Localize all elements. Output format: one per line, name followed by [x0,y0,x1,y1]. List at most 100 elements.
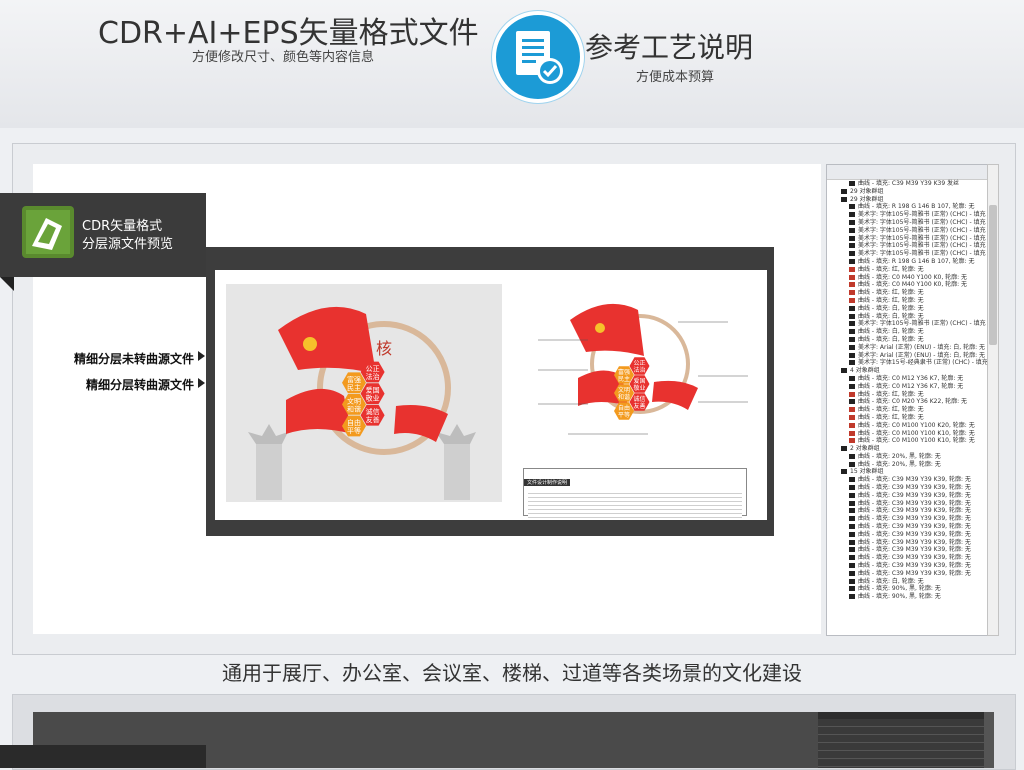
layer-row[interactable] [818,743,994,751]
curve-icon [849,555,855,561]
banner-fold [0,277,14,291]
object-tree-row[interactable]: 美术字: 字体105号-简雅书 (正常) (CHC) - 填充 [827,320,987,328]
object-tree-row[interactable]: 曲线 - 填充: C39 M39 Y39 K39, 轮廓: 无 [827,476,987,484]
curve-icon [841,196,847,202]
object-tree-row[interactable]: 曲线 - 填充: C0 M12 Y36 K7, 轮廓: 无 [827,383,987,391]
object-tree-list[interactable]: 曲线 - 填充: C39 M39 Y39 K39 发丝 29 对象群组 29 对象群… [827,180,987,601]
object-tree-row[interactable]: 曲线 - 填充: C0 M100 Y100 K10, 轮廓: 无 [827,437,987,445]
value-word: 爱国 [633,377,645,385]
object-tree-row[interactable]: 美术字: 字体105号-简雅书 (正常) (CHC) - 填充 [827,242,987,250]
curve-icon [841,188,847,194]
object-tree-row[interactable]: 曲线 - 填充: C39 M39 Y39 K39, 轮廓: 无 [827,554,987,562]
curve-icon [849,219,855,225]
object-tree-row[interactable]: 曲线 - 填充: C39 M39 Y39 K39, 轮廓: 无 [827,515,987,523]
object-tree-row[interactable]: 曲线 - 填充: C39 M39 Y39 K39, 轮廓: 无 [827,531,987,539]
object-tree-row[interactable]: 美术字: 字体105号-简雅书 (正常) (CHC) - 填充 [827,250,987,258]
object-tree-row-label: 29 对象群组 [850,187,884,195]
curve-icon [849,547,855,553]
object-tree-row[interactable]: 曲线 - 填充: C0 M12 Y36 K7, 轮廓: 无 [827,375,987,383]
object-tree-row[interactable]: 曲线 - 填充: C39 M39 Y39 K39 发丝 [827,180,987,188]
object-tree-row[interactable]: 曲线 - 填充: 90%, 黑, 轮廓: 无 [827,593,987,601]
value-word: 和谐 [618,393,630,401]
object-tree-row[interactable]: 曲线 - 填充: 白, 轮廓: 无 [827,328,987,336]
object-tree-row-label: 曲线 - 填充: C0 M12 Y36 K7, 轮廓: 无 [858,382,964,390]
object-tree-row-label: 曲线 - 填充: C39 M39 Y39 K39, 轮廓: 无 [858,554,971,562]
object-tree-row[interactable]: 曲线 - 填充: 红, 轮廓: 无 [827,414,987,422]
object-tree-row[interactable]: 曲线 - 填充: 红, 轮廓: 无 [827,266,987,274]
layer-row[interactable] [818,759,994,767]
curve-icon [849,399,855,405]
object-tree-row[interactable]: 曲线 - 填充: 20%, 黑, 轮廓: 无 [827,453,987,461]
curve-icon [849,375,855,381]
label-uncurved-source: 精细分层未转曲源文件 [74,352,195,366]
object-tree-row[interactable]: 29 对象群组 [827,188,987,196]
curve-icon [849,539,855,545]
scroll-thumb[interactable] [989,205,997,345]
curve-icon [849,500,855,506]
layers-panel[interactable] [818,712,994,768]
layer-row[interactable] [818,751,994,759]
object-tree-row[interactable]: 曲线 - 填充: C39 M39 Y39 K39, 轮廓: 无 [827,570,987,578]
object-tree-row[interactable]: 曲线 - 填充: C39 M39 Y39 K39, 轮廓: 无 [827,492,987,500]
curve-icon [849,321,855,327]
object-tree-row[interactable]: 曲线 - 填充: C39 M39 Y39 K39, 轮廓: 无 [827,523,987,531]
object-tree-row[interactable]: 美术字: 字体15号-经典隶书 (正常) (CHC) - 填充 [827,359,987,367]
object-tree-row[interactable]: 美术字: 字体105号-简雅书 (正常) (CHC) - 填充 [827,227,987,235]
object-tree-row-label: 曲线 - 填充: 白, 轮廓: 无 [858,312,924,320]
object-tree-row[interactable]: 曲线 - 填充: C39 M39 Y39 K39, 轮廓: 无 [827,484,987,492]
curve-icon [849,586,855,592]
object-tree-row[interactable]: 曲线 - 填充: 白, 轮廓: 无 [827,305,987,313]
object-tree-row[interactable]: 曲线 - 填充: C0 M100 Y100 K20, 轮廓: 无 [827,422,987,430]
object-tree-row[interactable]: 2 对象群组 [827,445,987,453]
object-tree-row[interactable]: 曲线 - 填充: 白, 轮廓: 无 [827,336,987,344]
object-tree-row-label: 曲线 - 填充: R 198 G 146 B 107, 轮廓: 无 [858,257,975,265]
layers-panel-header [818,712,994,719]
curve-icon [849,313,855,319]
object-tree-row-label: 曲线 - 填充: C39 M39 Y39 K39, 轮廓: 无 [858,523,971,531]
object-tree-row[interactable]: 美术字: Arial (正常) (ENU) - 填充: 白, 轮廓: 无 [827,344,987,352]
object-tree-row-label: 曲线 - 填充: C39 M39 Y39 K39, 轮廓: 无 [858,476,971,484]
layer-row[interactable] [818,727,994,735]
layer-row[interactable] [818,719,994,727]
curve-icon [849,563,855,569]
object-tree-row-label: 曲线 - 填充: 90%, 黑, 轮廓: 无 [858,593,941,601]
object-tree-row-label: 曲线 - 填充: 红, 轮廓: 无 [858,296,924,304]
object-tree-row-label: 曲线 - 填充: R 198 G 146 B 107, 轮廓: 无 [858,203,975,211]
svg-text:核: 核 [376,339,392,358]
object-tree-row-label: 美术字: 字体105号-简雅书 (正常) (CHC) - 填充 [858,218,986,226]
object-tree-row[interactable]: 曲线 - 填充: 红, 轮廓: 无 [827,406,987,414]
object-tree-scrollbar[interactable] [987,164,999,636]
object-tree-row[interactable]: 曲线 - 填充: C0 M20 Y36 K22, 轮廓: 无 [827,398,987,406]
object-manager-toolbar[interactable] [827,165,987,180]
curve-icon [849,391,855,397]
object-tree-row-label: 美术字: Arial (正常) (ENU) - 填充: 白, 轮廓: 无 [858,343,986,351]
value-word: 诚信 [633,395,645,403]
layers-scrollbar[interactable] [984,712,994,768]
curve-icon [849,336,855,342]
object-tree-row[interactable]: 曲线 - 填充: C39 M39 Y39 K39, 轮廓: 无 [827,562,987,570]
object-tree-row[interactable]: 曲线 - 填充: C0 M40 Y100 K0, 轮廓: 无 [827,281,987,289]
craft-title: 参考工艺说明 [585,31,754,64]
object-tree-row-label: 曲线 - 填充: 白, 轮廓: 无 [858,328,924,336]
curve-icon [849,453,855,459]
object-tree-row[interactable]: 美术字: 字体105号-简雅书 (正常) (CHC) - 填充 [827,219,987,227]
object-tree-row[interactable]: 曲线 - 填充: 红, 轮廓: 无 [827,297,987,305]
object-tree-row-label: 美术字: 字体105号-简雅书 (正常) (CHC) - 填充 [858,250,986,258]
object-tree-row[interactable]: 4 对象群组 [827,367,987,375]
object-tree-row[interactable]: 美术字: 字体105号-简雅书 (正常) (CHC) - 填充 [827,211,987,219]
object-tree-row-label: 曲线 - 填充: 白, 轮廓: 无 [858,335,924,343]
object-tree-row-label: 美术字: 字体105号-简雅书 (正常) (CHC) - 填充 [858,242,986,250]
object-tree-row-label: 曲线 - 填充: C0 M100 Y100 K10, 轮廓: 无 [858,437,975,445]
curve-icon [849,344,855,350]
curve-icon [849,422,855,428]
object-tree-row[interactable]: 曲线 - 填充: R 198 G 146 B 107, 轮廓: 无 [827,258,987,266]
object-tree-row-label: 美术字: 字体105号-简雅书 (正常) (CHC) - 填充 [858,211,986,219]
object-tree-row[interactable]: 曲线 - 填充: 红, 轮廓: 无 [827,289,987,297]
object-manager-panel[interactable]: 曲线 - 填充: C39 M39 Y39 K39 发丝 29 对象群组 29 对象群… [826,164,988,636]
banner-line-1: CDR矢量格式 [82,219,163,234]
triangle-right-icon [198,351,205,361]
layer-row[interactable] [818,735,994,743]
curve-icon [849,360,855,366]
value-word: 敬业 [633,384,645,392]
curve-icon [849,243,855,249]
